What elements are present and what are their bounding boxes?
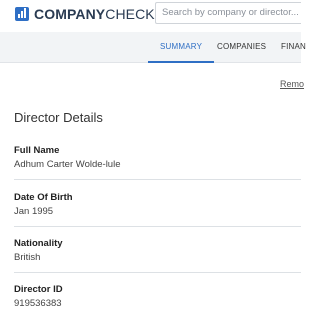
search-input[interactable]: Search by company or director... [155, 2, 301, 24]
full-name-field: Full Name Adhum Carter Wolde-lule [14, 145, 298, 171]
director-id-label: Director ID [14, 284, 63, 295]
tab-summary[interactable]: SUMMARY [147, 32, 215, 63]
page-title: Director Details [14, 110, 103, 125]
nationality-field: Nationality British [14, 238, 298, 264]
logo-wordmark: COMPANYCHECK [34, 6, 155, 22]
divider [14, 226, 301, 227]
nationality-value: British [14, 252, 41, 263]
full-name-label: Full Name [14, 145, 60, 156]
logo-text-bold: COMPANY [34, 6, 106, 22]
company-check-logo[interactable]: COMPANYCHECK [15, 6, 155, 22]
nationality-label: Nationality [14, 238, 63, 249]
date-of-birth-value: Jan 1995 [14, 206, 54, 217]
director-id-field: Director ID 919536383 [14, 284, 298, 310]
top-header: COMPANYCHECK Search by company or direct… [0, 0, 301, 32]
director-id-value: 919536383 [14, 298, 62, 309]
nav-tabs: SUMMARY COMPANIES FINAN [0, 32, 306, 63]
tab-companies[interactable]: COMPANIES [217, 32, 266, 62]
full-name-value: Adhum Carter Wolde-lule [14, 159, 121, 170]
date-of-birth-label: Date Of Birth [14, 192, 73, 203]
bar-chart-logo-icon [15, 7, 29, 21]
remove-link[interactable]: Remo [280, 79, 304, 89]
divider [14, 272, 301, 273]
divider [14, 179, 301, 180]
date-of-birth-field: Date Of Birth Jan 1995 [14, 192, 298, 218]
tab-financials[interactable]: FINAN [281, 32, 306, 62]
logo-text-light: CHECK [105, 6, 155, 22]
